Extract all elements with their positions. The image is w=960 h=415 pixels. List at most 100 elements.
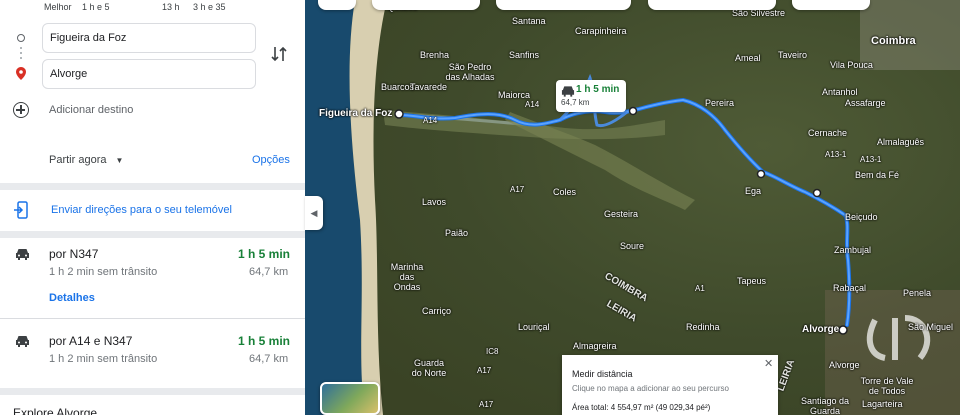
place-label: Carriço <box>422 306 452 316</box>
place-label: Brenha <box>420 50 450 60</box>
place-label: Tavarede <box>410 82 448 92</box>
measure-title: Medir distância <box>572 369 633 379</box>
place-label: Penela <box>903 288 932 298</box>
measure-distance-card: Medir distância Clique no mapa a adicion… <box>562 355 778 415</box>
place-label: Coles <box>553 187 577 197</box>
place-label: Guarda do Norte <box>411 358 447 378</box>
destination-input[interactable]: Alvorge <box>42 59 256 89</box>
place-label: Vila Pouca <box>830 60 873 70</box>
mode-drive[interactable]: 1 h e 5 <box>82 2 110 12</box>
place-label: Soure <box>620 241 645 251</box>
place-label: Sanfins <box>509 50 540 60</box>
route-2-distance: 64,7 km <box>249 353 289 365</box>
place-label: Rabaçal <box>833 283 867 293</box>
origin-input[interactable]: Figueira da Foz <box>42 23 256 53</box>
destination-label: Alvorge <box>802 324 840 335</box>
road-label: A17 <box>479 400 494 409</box>
swap-icon[interactable] <box>270 44 288 64</box>
place-label: Figueira da Foz <box>319 108 393 119</box>
place-label: Bem da Fé <box>855 170 900 180</box>
map-filter-chip[interactable] <box>318 0 356 10</box>
place-label: Maiorca <box>498 90 531 100</box>
place-label: Cernache <box>808 128 848 138</box>
destination-marker-icon[interactable] <box>838 325 848 335</box>
add-destination-link[interactable]: Adicionar destino <box>49 104 133 116</box>
map-filter-chip[interactable] <box>372 0 480 10</box>
place-label: Almagreira <box>573 341 617 351</box>
place-label: Antanhol <box>822 87 858 97</box>
divider <box>0 183 305 190</box>
route-1-distance: 64,7 km <box>249 266 289 278</box>
place-label: Lagarteira <box>862 399 903 409</box>
road-label: A17 <box>477 366 492 375</box>
place-label: Assafarge <box>845 98 886 108</box>
place-label: Zambujal <box>834 245 872 255</box>
close-icon[interactable]: ✕ <box>764 357 773 370</box>
road-label: A13-1 <box>825 150 847 159</box>
origin-marker-icon[interactable] <box>394 109 404 119</box>
waypoint-marker-icon[interactable] <box>756 169 766 179</box>
place-label: Santiago da Guarda <box>800 396 850 415</box>
place-label: São Miguel <box>908 322 954 332</box>
mode-best[interactable]: Melhor <box>44 2 72 12</box>
road-label: A17 <box>510 185 525 194</box>
place-label: São Pedro das Alhadas <box>445 62 495 82</box>
map-filter-chip[interactable] <box>648 0 776 10</box>
measure-hint: Clique no mapa a adicionar ao seu percur… <box>572 384 729 393</box>
mode-walk[interactable]: 3 h e 35 <box>193 2 226 12</box>
map-filter-chip[interactable] <box>496 0 631 10</box>
divider <box>0 231 305 238</box>
send-to-phone-icon <box>14 201 28 219</box>
directions-panel: Melhor 1 h e 5 13 h 3 h e 35 Figueira da… <box>0 0 305 415</box>
road-label: A14 <box>423 116 438 125</box>
travel-modes-bar: Melhor 1 h e 5 13 h 3 h e 35 <box>0 0 305 14</box>
car-icon <box>16 336 29 347</box>
add-destination-icon[interactable] <box>13 102 29 118</box>
place-label: Lavos <box>422 197 447 207</box>
place-label: Coimbra <box>871 35 916 47</box>
road-label: IC8 <box>486 347 499 356</box>
destination-pin-icon <box>16 67 26 80</box>
waypoint-marker-icon[interactable] <box>812 188 822 198</box>
divider <box>0 388 305 395</box>
place-label: Tapeus <box>737 276 767 286</box>
place-label: Ameal <box>735 53 761 63</box>
place-label: Louriçal <box>518 322 550 332</box>
satellite-map[interactable]: Quiaios Santana Carapinheira São Silvest… <box>305 0 960 415</box>
place-label: Ega <box>745 186 762 196</box>
place-label: Taveiro <box>778 50 808 60</box>
place-label: Torre de Vale de Todos <box>860 376 914 396</box>
depart-now-dropdown[interactable]: Partir agora ▼ <box>49 154 123 166</box>
layers-toggle-thumbnail[interactable] <box>320 382 380 415</box>
mode-transit[interactable]: 13 h <box>162 2 180 12</box>
send-directions-link[interactable]: Enviar direções para o seu telemóvel <box>51 204 232 216</box>
divider <box>0 318 305 319</box>
place-label: Carapinheira <box>575 26 627 36</box>
bubble-duration: 1 h 5 min <box>576 84 620 95</box>
waypoint-marker-icon[interactable] <box>628 106 638 116</box>
place-label: Paião <box>445 228 469 238</box>
options-link[interactable]: Opções <box>252 154 290 166</box>
route-duration-bubble[interactable]: 1 h 5 min 64,7 km <box>556 80 626 112</box>
route-1-name[interactable]: por N347 <box>49 247 98 261</box>
route-2-name[interactable]: por A14 e N347 <box>49 334 132 348</box>
collapse-panel-button[interactable]: ◀ <box>305 196 323 230</box>
route-1-details-link[interactable]: Detalhes <box>49 292 95 304</box>
map-filter-chip[interactable] <box>792 0 870 10</box>
car-icon <box>561 86 575 97</box>
place-label: Beiçudo <box>845 212 878 222</box>
route-2-duration: 1 h 5 min <box>238 334 291 348</box>
origin-circle-icon <box>17 34 25 42</box>
place-label: Marinha das Ondas <box>390 262 424 292</box>
place-label: Almalaguês <box>877 137 925 147</box>
place-label: Redinha <box>686 322 720 332</box>
explore-heading: Explore Alvorge <box>13 406 98 415</box>
bubble-distance: 64,7 km <box>561 98 590 107</box>
dropdown-caret-icon: ▼ <box>115 156 124 165</box>
measure-area: Área total: 4 554,97 m² (49 029,34 pé²) <box>572 403 711 412</box>
car-icon <box>16 249 29 260</box>
route-1-traffic: 1 h 2 min sem trânsito <box>49 266 158 278</box>
road-label: A14 <box>525 100 540 109</box>
depart-label: Partir agora <box>49 154 107 166</box>
route-2-traffic: 1 h 2 min sem trânsito <box>49 353 158 365</box>
